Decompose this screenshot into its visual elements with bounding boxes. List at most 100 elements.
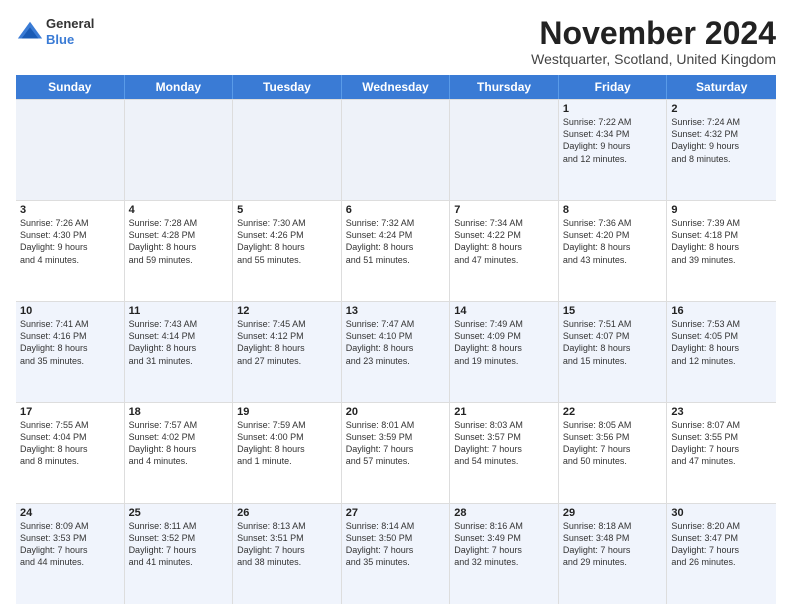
day-info: Sunrise: 8:11 AM Sunset: 3:52 PM Dayligh…	[129, 520, 229, 569]
day-info: Sunrise: 7:30 AM Sunset: 4:26 PM Dayligh…	[237, 217, 337, 266]
day-number: 16	[671, 305, 772, 317]
cal-cell-day-13: 13Sunrise: 7:47 AM Sunset: 4:10 PM Dayli…	[342, 302, 451, 402]
month-title: November 2024	[531, 16, 776, 51]
day-info: Sunrise: 7:45 AM Sunset: 4:12 PM Dayligh…	[237, 318, 337, 367]
day-info: Sunrise: 7:24 AM Sunset: 4:32 PM Dayligh…	[671, 116, 772, 165]
day-number: 20	[346, 406, 446, 418]
calendar-header: Sunday Monday Tuesday Wednesday Thursday…	[16, 75, 776, 99]
cal-cell-day-23: 23Sunrise: 8:07 AM Sunset: 3:55 PM Dayli…	[667, 403, 776, 503]
cal-cell-day-25: 25Sunrise: 8:11 AM Sunset: 3:52 PM Dayli…	[125, 504, 234, 604]
cal-cell-day-20: 20Sunrise: 8:01 AM Sunset: 3:59 PM Dayli…	[342, 403, 451, 503]
header-friday: Friday	[559, 75, 668, 99]
header-sunday: Sunday	[16, 75, 125, 99]
cal-cell-day-17: 17Sunrise: 7:55 AM Sunset: 4:04 PM Dayli…	[16, 403, 125, 503]
day-number: 14	[454, 305, 554, 317]
day-number: 23	[671, 406, 772, 418]
day-info: Sunrise: 7:28 AM Sunset: 4:28 PM Dayligh…	[129, 217, 229, 266]
cal-cell-day-4: 4Sunrise: 7:28 AM Sunset: 4:28 PM Daylig…	[125, 201, 234, 301]
cal-cell-day-5: 5Sunrise: 7:30 AM Sunset: 4:26 PM Daylig…	[233, 201, 342, 301]
logo: General Blue	[16, 16, 94, 47]
day-number: 24	[20, 507, 120, 519]
cal-cell-day-8: 8Sunrise: 7:36 AM Sunset: 4:20 PM Daylig…	[559, 201, 668, 301]
cal-cell-day-7: 7Sunrise: 7:34 AM Sunset: 4:22 PM Daylig…	[450, 201, 559, 301]
cal-cell-day-12: 12Sunrise: 7:45 AM Sunset: 4:12 PM Dayli…	[233, 302, 342, 402]
day-number: 5	[237, 204, 337, 216]
day-info: Sunrise: 7:22 AM Sunset: 4:34 PM Dayligh…	[563, 116, 663, 165]
day-info: Sunrise: 8:05 AM Sunset: 3:56 PM Dayligh…	[563, 419, 663, 468]
day-number: 30	[671, 507, 772, 519]
cal-cell-day-3: 3Sunrise: 7:26 AM Sunset: 4:30 PM Daylig…	[16, 201, 125, 301]
day-number: 21	[454, 406, 554, 418]
day-number: 15	[563, 305, 663, 317]
day-info: Sunrise: 8:16 AM Sunset: 3:49 PM Dayligh…	[454, 520, 554, 569]
day-number: 19	[237, 406, 337, 418]
day-number: 26	[237, 507, 337, 519]
cal-cell-empty-0-0	[16, 100, 125, 200]
cal-cell-day-6: 6Sunrise: 7:32 AM Sunset: 4:24 PM Daylig…	[342, 201, 451, 301]
day-number: 11	[129, 305, 229, 317]
day-number: 9	[671, 204, 772, 216]
cal-cell-day-28: 28Sunrise: 8:16 AM Sunset: 3:49 PM Dayli…	[450, 504, 559, 604]
logo-general: General	[46, 16, 94, 32]
day-info: Sunrise: 7:57 AM Sunset: 4:02 PM Dayligh…	[129, 419, 229, 468]
cal-row-0: 1Sunrise: 7:22 AM Sunset: 4:34 PM Daylig…	[16, 99, 776, 200]
day-number: 22	[563, 406, 663, 418]
logo-icon	[16, 18, 44, 46]
day-info: Sunrise: 7:49 AM Sunset: 4:09 PM Dayligh…	[454, 318, 554, 367]
day-info: Sunrise: 8:14 AM Sunset: 3:50 PM Dayligh…	[346, 520, 446, 569]
day-info: Sunrise: 8:20 AM Sunset: 3:47 PM Dayligh…	[671, 520, 772, 569]
day-info: Sunrise: 8:01 AM Sunset: 3:59 PM Dayligh…	[346, 419, 446, 468]
day-number: 1	[563, 103, 663, 115]
day-number: 29	[563, 507, 663, 519]
day-number: 13	[346, 305, 446, 317]
day-number: 2	[671, 103, 772, 115]
cal-cell-day-26: 26Sunrise: 8:13 AM Sunset: 3:51 PM Dayli…	[233, 504, 342, 604]
day-info: Sunrise: 8:03 AM Sunset: 3:57 PM Dayligh…	[454, 419, 554, 468]
day-number: 7	[454, 204, 554, 216]
cal-row-4: 24Sunrise: 8:09 AM Sunset: 3:53 PM Dayli…	[16, 503, 776, 604]
cal-cell-day-1: 1Sunrise: 7:22 AM Sunset: 4:34 PM Daylig…	[559, 100, 668, 200]
header-wednesday: Wednesday	[342, 75, 451, 99]
day-info: Sunrise: 7:51 AM Sunset: 4:07 PM Dayligh…	[563, 318, 663, 367]
cal-cell-day-15: 15Sunrise: 7:51 AM Sunset: 4:07 PM Dayli…	[559, 302, 668, 402]
day-number: 27	[346, 507, 446, 519]
cal-cell-day-14: 14Sunrise: 7:49 AM Sunset: 4:09 PM Dayli…	[450, 302, 559, 402]
header-thursday: Thursday	[450, 75, 559, 99]
calendar-page: General Blue November 2024 Westquarter, …	[0, 0, 792, 612]
day-number: 10	[20, 305, 120, 317]
calendar-body: 1Sunrise: 7:22 AM Sunset: 4:34 PM Daylig…	[16, 99, 776, 604]
cal-cell-day-9: 9Sunrise: 7:39 AM Sunset: 4:18 PM Daylig…	[667, 201, 776, 301]
day-info: Sunrise: 7:59 AM Sunset: 4:00 PM Dayligh…	[237, 419, 337, 468]
day-number: 17	[20, 406, 120, 418]
cal-cell-day-11: 11Sunrise: 7:43 AM Sunset: 4:14 PM Dayli…	[125, 302, 234, 402]
day-info: Sunrise: 7:53 AM Sunset: 4:05 PM Dayligh…	[671, 318, 772, 367]
day-info: Sunrise: 8:13 AM Sunset: 3:51 PM Dayligh…	[237, 520, 337, 569]
cal-cell-empty-0-4	[450, 100, 559, 200]
cal-row-2: 10Sunrise: 7:41 AM Sunset: 4:16 PM Dayli…	[16, 301, 776, 402]
cal-cell-day-29: 29Sunrise: 8:18 AM Sunset: 3:48 PM Dayli…	[559, 504, 668, 604]
day-info: Sunrise: 8:09 AM Sunset: 3:53 PM Dayligh…	[20, 520, 120, 569]
day-info: Sunrise: 7:47 AM Sunset: 4:10 PM Dayligh…	[346, 318, 446, 367]
day-info: Sunrise: 8:07 AM Sunset: 3:55 PM Dayligh…	[671, 419, 772, 468]
day-info: Sunrise: 8:18 AM Sunset: 3:48 PM Dayligh…	[563, 520, 663, 569]
cal-cell-day-2: 2Sunrise: 7:24 AM Sunset: 4:32 PM Daylig…	[667, 100, 776, 200]
cal-cell-empty-0-2	[233, 100, 342, 200]
cal-cell-day-24: 24Sunrise: 8:09 AM Sunset: 3:53 PM Dayli…	[16, 504, 125, 604]
day-info: Sunrise: 7:39 AM Sunset: 4:18 PM Dayligh…	[671, 217, 772, 266]
header-monday: Monday	[125, 75, 234, 99]
cal-cell-day-30: 30Sunrise: 8:20 AM Sunset: 3:47 PM Dayli…	[667, 504, 776, 604]
day-info: Sunrise: 7:26 AM Sunset: 4:30 PM Dayligh…	[20, 217, 120, 266]
day-number: 6	[346, 204, 446, 216]
header-tuesday: Tuesday	[233, 75, 342, 99]
cal-cell-day-21: 21Sunrise: 8:03 AM Sunset: 3:57 PM Dayli…	[450, 403, 559, 503]
cal-cell-day-10: 10Sunrise: 7:41 AM Sunset: 4:16 PM Dayli…	[16, 302, 125, 402]
logo-text: General Blue	[46, 16, 94, 47]
day-number: 4	[129, 204, 229, 216]
location: Westquarter, Scotland, United Kingdom	[531, 51, 776, 67]
cal-cell-empty-0-1	[125, 100, 234, 200]
header-saturday: Saturday	[667, 75, 776, 99]
cal-cell-day-19: 19Sunrise: 7:59 AM Sunset: 4:00 PM Dayli…	[233, 403, 342, 503]
day-info: Sunrise: 7:43 AM Sunset: 4:14 PM Dayligh…	[129, 318, 229, 367]
logo-blue: Blue	[46, 32, 94, 48]
day-info: Sunrise: 7:36 AM Sunset: 4:20 PM Dayligh…	[563, 217, 663, 266]
